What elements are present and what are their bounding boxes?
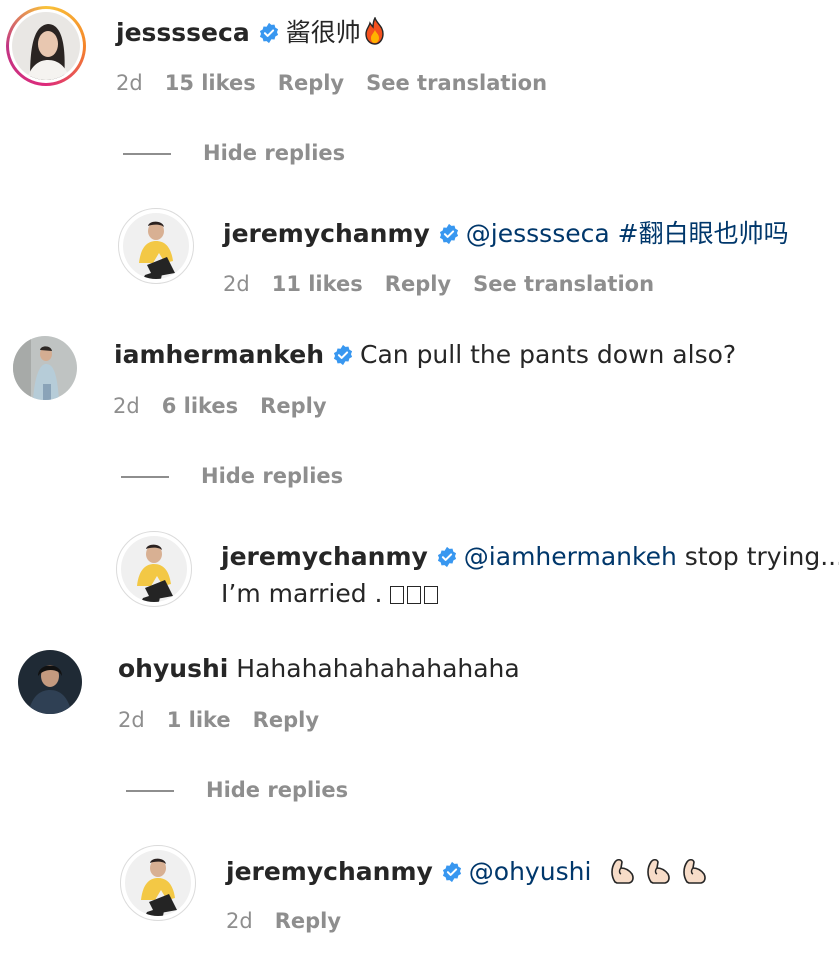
reply-line-2: I’m married . [221, 579, 438, 609]
reply-button[interactable]: Reply [275, 909, 341, 933]
hide-replies-button[interactable]: Hide replies [121, 463, 343, 489]
verified-badge-icon [436, 545, 458, 575]
avatar-ohyushi[interactable] [18, 650, 82, 714]
avatar-jesssseca[interactable] [12, 12, 80, 80]
comment-line: jesssseca 酱很帅 [116, 16, 387, 52]
hide-replies-label: Hide replies [201, 464, 344, 488]
username[interactable]: ohyushi [118, 654, 228, 683]
missing-glyph-icon [387, 579, 438, 608]
username[interactable]: jeremychanmy [223, 219, 430, 248]
fire-emoji-icon [363, 16, 387, 52]
reply-line: jeremychanmy @jesssseca #翻白眼也帅吗 [223, 219, 789, 252]
verified-badge-icon [438, 222, 460, 252]
username[interactable]: iamhermankeh [114, 340, 324, 369]
comment-meta: 2d 6 likes Reply [113, 393, 349, 419]
reply-text-2: I’m married . [221, 579, 383, 608]
reply-button[interactable]: Reply [260, 394, 326, 418]
username[interactable]: jeremychanmy [226, 857, 433, 886]
username[interactable]: jesssseca [116, 18, 250, 47]
mention-link[interactable]: @iamhermankeh [464, 542, 677, 571]
mention-link[interactable]: @jesssseca #翻白眼也帅吗 [466, 219, 789, 248]
timestamp: 2d [118, 708, 145, 732]
comment-line: ohyushi Hahahahahahahahaha [118, 654, 520, 684]
verified-badge-icon [258, 21, 280, 51]
reply-button[interactable]: Reply [253, 708, 319, 732]
flexed-biceps-emoji-icon [601, 857, 709, 886]
timestamp: 2d [116, 71, 143, 95]
reply-button[interactable]: Reply [385, 272, 451, 296]
likes-count[interactable]: 1 like [167, 708, 231, 732]
divider [123, 153, 171, 155]
mention-link[interactable]: @ohyushi [469, 857, 592, 886]
reply-text: stop trying... [684, 542, 839, 571]
timestamp: 2d [223, 272, 250, 296]
comment-text: 酱很帅 [285, 18, 361, 47]
timestamp: 2d [113, 394, 140, 418]
reply-meta: 2d Reply [226, 908, 363, 934]
comment-line: iamhermankeh Can pull the pants down also… [114, 340, 736, 373]
hide-replies-label: Hide replies [206, 778, 349, 802]
verified-badge-icon [332, 343, 354, 373]
reply-line: jeremychanmy @ohyushi [226, 856, 709, 893]
username[interactable]: jeremychanmy [221, 542, 428, 571]
comment-text: Hahahahahahahahaha [236, 654, 520, 683]
likes-count[interactable]: 11 likes [272, 272, 363, 296]
likes-count[interactable]: 6 likes [162, 394, 238, 418]
hide-replies-button[interactable]: Hide replies [126, 777, 348, 803]
hide-replies-label: Hide replies [203, 141, 346, 165]
comment-meta: 2d 15 likes Reply See translation [116, 70, 569, 96]
avatar-jeremychanmy[interactable] [123, 213, 189, 279]
likes-count[interactable]: 15 likes [165, 71, 256, 95]
comment-meta: 2d 1 like Reply [118, 707, 341, 733]
divider [126, 790, 174, 792]
comment-text: Can pull the pants down also? [360, 340, 737, 369]
see-translation-button[interactable]: See translation [366, 71, 547, 95]
see-translation-button[interactable]: See translation [473, 272, 654, 296]
reply-button[interactable]: Reply [278, 71, 344, 95]
divider [121, 476, 169, 478]
hide-replies-button[interactable]: Hide replies [123, 140, 345, 166]
avatar-iamhermankeh[interactable] [13, 336, 77, 400]
verified-badge-icon [441, 860, 463, 890]
reply-line: jeremychanmy @iamhermankeh stop trying... [221, 542, 839, 575]
timestamp: 2d [226, 909, 253, 933]
avatar-jeremychanmy[interactable] [121, 536, 187, 602]
reply-meta: 2d 11 likes Reply See translation [223, 271, 676, 297]
avatar-jeremychanmy[interactable] [125, 850, 191, 916]
